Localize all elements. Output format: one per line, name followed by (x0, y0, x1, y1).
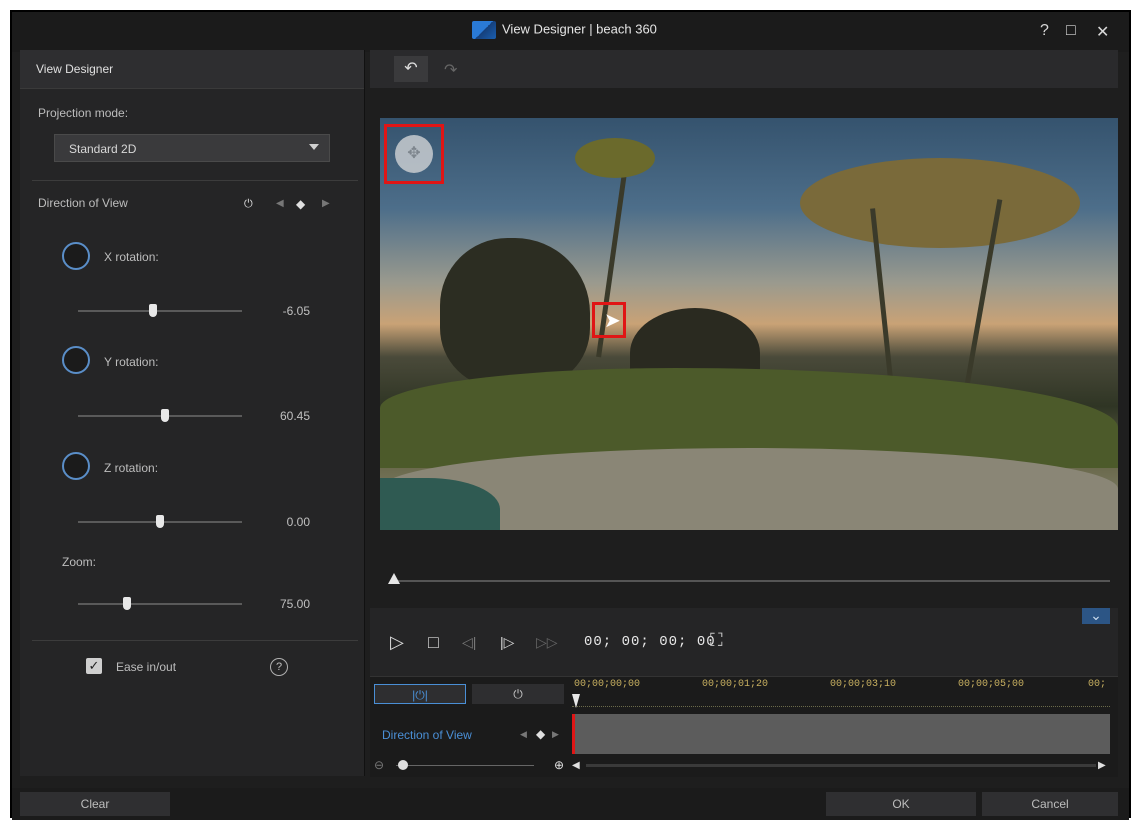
track-label: Direction of View (382, 728, 472, 742)
ease-in-out-checkbox[interactable]: ✓ (86, 658, 102, 674)
x-rotation-slider-thumb[interactable] (149, 304, 158, 317)
help-circle-icon[interactable]: ? (270, 658, 288, 676)
preview-toolbar (370, 50, 1118, 88)
timeline-mode-view-button[interactable]: |⏻| (374, 684, 466, 704)
play-button[interactable]: ▷ (390, 632, 404, 653)
scrubber-handle[interactable] (388, 573, 400, 584)
ruler-label: 00;00;03;10 (830, 679, 897, 690)
palm-crown (575, 138, 655, 178)
timecode-display[interactable]: 00; 00; 00; 00 (584, 634, 716, 650)
ruler-label: 00;00;05;00 (958, 679, 1025, 690)
reset-keyframe-icon[interactable]: ⏻ (244, 198, 253, 211)
z-rotation-icon (62, 452, 90, 480)
zoom-out-icon[interactable]: ⊖ (374, 758, 384, 772)
video-preview[interactable] (380, 118, 1118, 530)
x-rotation-slider[interactable] (78, 310, 242, 312)
add-keyframe-icon[interactable]: ◆ (296, 197, 305, 211)
prev-keyframe-icon[interactable]: ◀ (520, 729, 527, 740)
divider (32, 640, 358, 641)
ease-in-out-label: Ease in/out (116, 660, 177, 674)
y-rotation-slider-thumb[interactable] (160, 409, 169, 422)
z-rotation-label: Z rotation: (104, 461, 159, 475)
help-button[interactable]: ? (1040, 22, 1049, 40)
y-rotation-value[interactable]: 60.45 (250, 409, 310, 423)
next-keyframe-icon[interactable]: ▶ (322, 198, 330, 209)
undo-button[interactable]: ↶ (394, 56, 428, 82)
timeline-scrollbar[interactable] (586, 764, 1096, 767)
y-rotation-label: Y rotation: (104, 355, 159, 369)
clear-button[interactable]: Clear (20, 792, 170, 816)
rock-shape (440, 238, 590, 388)
maximize-button[interactable]: □ (1066, 22, 1076, 40)
zoom-value[interactable]: 75.00 (250, 597, 310, 611)
ruler-label: 00;00;01;20 (702, 679, 769, 690)
view-designer-window: View Designer | beach 360 ? □ ✕ View Des… (10, 10, 1131, 820)
scroll-left-icon[interactable]: ◀ (572, 760, 580, 771)
app-logo-icon (472, 21, 496, 39)
ok-button[interactable]: OK (826, 792, 976, 816)
zoom-in-icon[interactable]: ⊕ (554, 758, 564, 772)
previous-frame-button[interactable]: ◁| (462, 634, 476, 651)
z-rotation-value[interactable]: 0.00 (250, 515, 310, 529)
scroll-right-icon[interactable]: ▶ (1098, 760, 1106, 771)
divider (32, 180, 358, 181)
mouse-cursor-icon: ➤ (604, 310, 621, 332)
fast-forward-button[interactable]: ▷▷ (536, 634, 558, 651)
panel-header: View Designer (20, 50, 364, 89)
stop-button[interactable]: □ (428, 632, 439, 653)
x-rotation-icon (62, 242, 90, 270)
keyframe-marker[interactable] (572, 714, 575, 754)
timeline-mode-reset-button[interactable]: ⏻ (472, 684, 564, 704)
prev-keyframe-icon[interactable]: ◀ (276, 198, 284, 209)
direction-of-view-label: Direction of View (38, 196, 128, 210)
zoom-label: Zoom: (62, 555, 97, 569)
x-rotation-label: X rotation: (104, 250, 159, 264)
next-keyframe-icon[interactable]: ▶ (552, 729, 559, 740)
playback-scrubber[interactable] (394, 580, 1110, 582)
chevron-down-icon (309, 144, 319, 150)
projection-mode-label: Projection mode: (38, 106, 129, 120)
highlight-box: ✥ (384, 124, 444, 184)
window-title: View Designer | beach 360 (472, 21, 657, 39)
ruler-label: 00; (1088, 679, 1107, 690)
cancel-button[interactable]: Cancel (982, 792, 1118, 816)
timeline-zoom-thumb[interactable] (398, 760, 408, 770)
keyframe-track[interactable] (572, 714, 1110, 754)
expand-timeline-button[interactable]: ⌄ (1082, 608, 1110, 624)
playback-controls (370, 608, 1118, 676)
projection-mode-select[interactable]: Standard 2D (54, 134, 330, 162)
navigation-pad-icon[interactable]: ✥ (395, 135, 433, 173)
ruler-label: 00;00;00;00 (574, 679, 641, 690)
panel-title: View Designer (36, 62, 114, 76)
y-rotation-icon (62, 346, 90, 374)
close-button[interactable]: ✕ (1096, 22, 1109, 42)
playhead-marker[interactable] (572, 694, 580, 708)
fullscreen-icon[interactable]: ⛶ (710, 630, 723, 651)
palm-crown (800, 158, 1080, 248)
redo-button[interactable]: ↷ (444, 60, 457, 80)
projection-mode-value: Standard 2D (69, 142, 137, 156)
x-rotation-value[interactable]: -6.05 (250, 304, 310, 318)
cursor-highlight-box: ➤ (592, 302, 626, 338)
zoom-slider-thumb[interactable] (123, 597, 132, 610)
zoom-slider[interactable] (78, 603, 242, 605)
add-keyframe-icon[interactable]: ◆ (536, 727, 545, 741)
timeline-ruler[interactable] (572, 698, 1110, 707)
z-rotation-slider-thumb[interactable] (156, 515, 164, 528)
timeline-zoom-slider[interactable] (396, 765, 534, 766)
next-frame-button[interactable]: |▷ (500, 634, 514, 651)
